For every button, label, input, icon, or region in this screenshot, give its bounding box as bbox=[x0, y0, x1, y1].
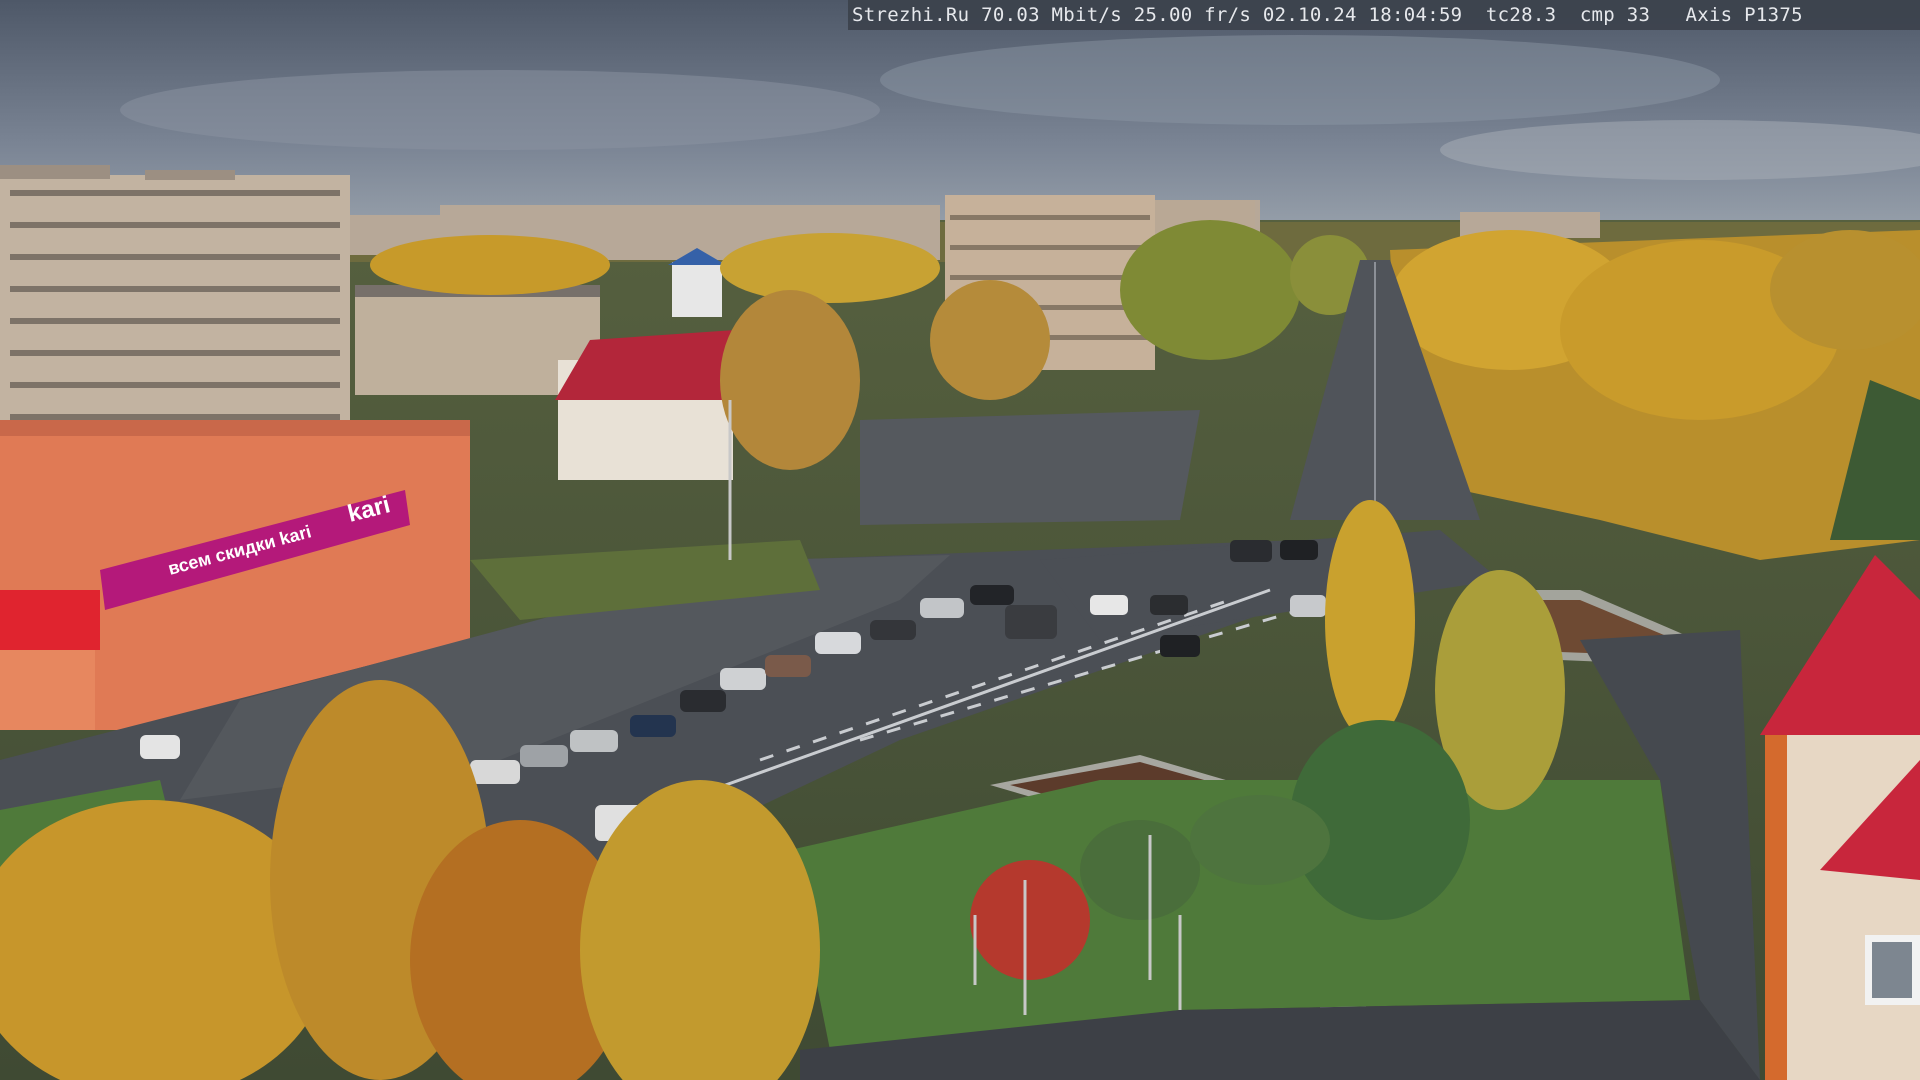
plaza bbox=[860, 410, 1200, 525]
camera-osd-overlay: Strezhi.Ru 70.03 Mbit/s 25.00 fr/s 02.10… bbox=[848, 0, 1920, 30]
white-tower bbox=[672, 262, 722, 317]
street-scene: всем скидки kari kari bbox=[0, 0, 1920, 1080]
camera-frame: всем скидки kari kari Strezhi.Ru 70.03 M… bbox=[0, 0, 1920, 1080]
red-roof-building bbox=[555, 330, 740, 480]
